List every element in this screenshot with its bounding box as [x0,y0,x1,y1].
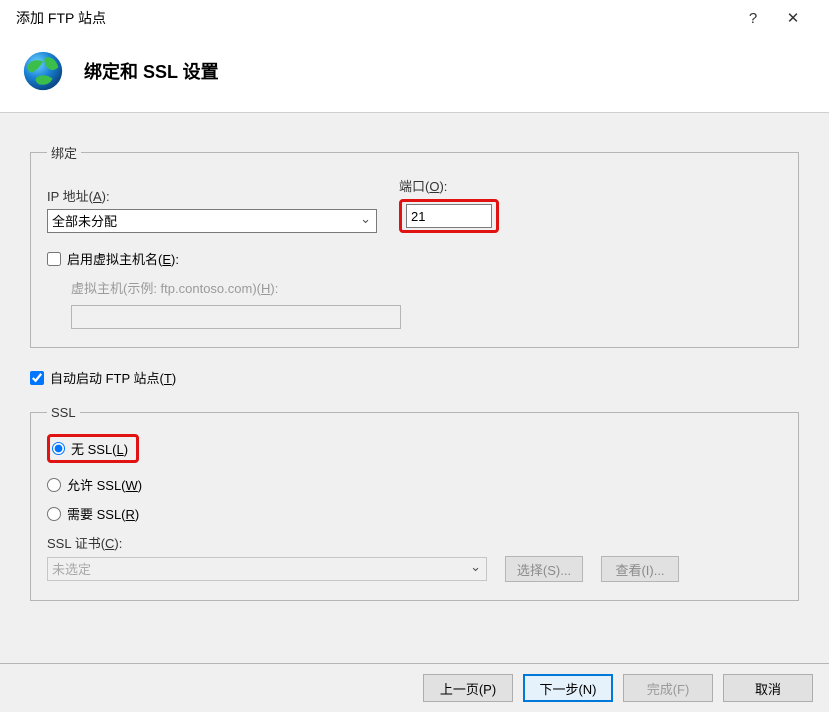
require-ssl-row: 需要 SSL(R) [47,504,782,523]
binding-legend: 绑定 [47,143,81,162]
allow-ssl-radio[interactable] [47,478,61,492]
titlebar: 添加 FTP 站点 ? ✕ [0,0,829,36]
page-title: 绑定和 SSL 设置 [84,58,219,84]
wizard-header: 绑定和 SSL 设置 [0,36,829,113]
cert-select: 未选定 [47,557,487,581]
port-field: 端口(O): [399,176,499,233]
ssl-group: SSL 无 SSL(L) 允许 SSL(W) 需要 SSL(R) SSL 证书(… [30,405,799,601]
enable-vhost-label: 启用虚拟主机名(E): [67,249,179,268]
port-input[interactable] [406,204,492,228]
globe-icon [20,48,66,94]
allow-ssl-label: 允许 SSL(W) [67,475,142,494]
window-title: 添加 FTP 站点 [16,8,733,28]
cert-row: 未选定 选择(S)... 查看(I)... [47,556,782,582]
enable-vhost-checkbox[interactable] [47,252,61,266]
require-ssl-label: 需要 SSL(R) [67,504,139,523]
port-label: 端口(O): [399,176,499,195]
prev-button[interactable]: 上一页(P) [423,674,513,702]
close-button[interactable]: ✕ [773,9,813,27]
ip-field: IP 地址(A): 全部未分配 [47,186,377,233]
vhost-section: 虚拟主机(示例: ftp.contoso.com)(H): [71,278,782,329]
wizard-content: 绑定 IP 地址(A): 全部未分配 端口(O): [0,113,829,712]
port-highlight [399,199,499,233]
cert-label: SSL 证书(C): [47,533,782,552]
vhost-label: 虚拟主机(示例: ftp.contoso.com)(H): [71,278,782,297]
no-ssl-highlight: 无 SSL(L) [47,434,139,463]
finish-button: 完成(F) [623,674,713,702]
no-ssl-label: 无 SSL(L) [71,439,128,458]
auto-start-label: 自动启动 FTP 站点(T) [50,368,176,387]
ip-select[interactable]: 全部未分配 [47,209,377,233]
allow-ssl-row: 允许 SSL(W) [47,475,782,494]
cancel-button[interactable]: 取消 [723,674,813,702]
wizard-footer: 上一页(P) 下一步(N) 完成(F) 取消 [0,663,829,712]
vhost-input [71,305,401,329]
no-ssl-radio[interactable] [52,442,65,455]
cert-select-button: 选择(S)... [505,556,583,582]
cert-view-button: 查看(I)... [601,556,679,582]
binding-group: 绑定 IP 地址(A): 全部未分配 端口(O): [30,143,799,348]
binding-row: IP 地址(A): 全部未分配 端口(O): [47,176,782,233]
ssl-legend: SSL [47,405,80,420]
auto-start-checkbox[interactable] [30,371,44,385]
help-button[interactable]: ? [733,10,773,27]
require-ssl-radio[interactable] [47,507,61,521]
auto-start-row: 自动启动 FTP 站点(T) [30,368,799,387]
next-button[interactable]: 下一步(N) [523,674,613,702]
ip-label: IP 地址(A): [47,186,377,205]
enable-vhost-row: 启用虚拟主机名(E): [47,249,782,268]
